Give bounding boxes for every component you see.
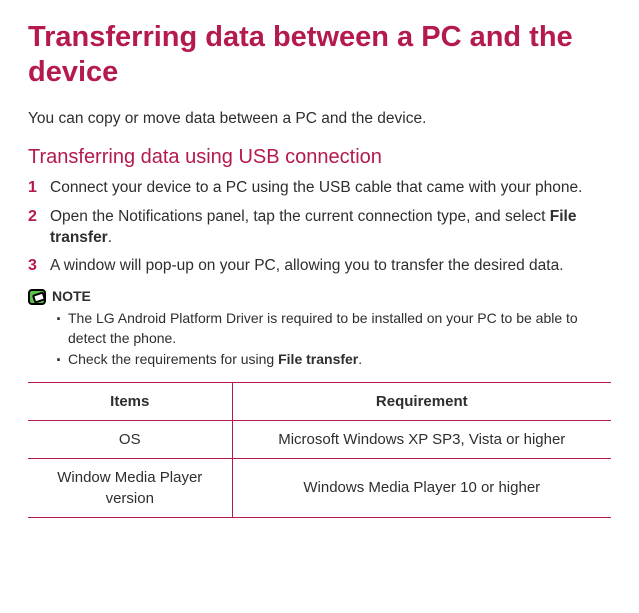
table-row: Window Media Player version Windows Medi…: [28, 458, 611, 517]
table-header-row: Items Requirement: [28, 382, 611, 420]
table-cell-req: Windows Media Player 10 or higher: [232, 458, 611, 517]
table-cell-item: Window Media Player version: [28, 458, 232, 517]
step-text: A window will pop-up on your PC, allowin…: [50, 255, 611, 277]
step-number: 2: [28, 206, 46, 228]
note-label: NOTE: [52, 287, 91, 307]
page-title: Transferring data between a PC and the d…: [28, 20, 611, 90]
step-number: 3: [28, 255, 46, 277]
note-icon: [28, 289, 46, 305]
step-item: 2 Open the Notifications panel, tap the …: [28, 206, 611, 249]
table-cell-req: Microsoft Windows XP SP3, Vista or highe…: [232, 420, 611, 458]
table-row: OS Microsoft Windows XP SP3, Vista or hi…: [28, 420, 611, 458]
note-block: NOTE The LG Android Platform Driver is r…: [28, 287, 611, 369]
step-item: 3 A window will pop-up on your PC, allow…: [28, 255, 611, 277]
step-item: 1 Connect your device to a PC using the …: [28, 177, 611, 199]
note-item: The LG Android Platform Driver is requir…: [56, 309, 611, 348]
note-item: Check the requirements for using File tr…: [56, 350, 611, 370]
step-text: Open the Notifications panel, tap the cu…: [50, 206, 611, 249]
table-cell-item: OS: [28, 420, 232, 458]
subheading: Transferring data using USB connection: [28, 143, 611, 171]
steps-list: 1 Connect your device to a PC using the …: [28, 177, 611, 277]
table-header-requirement: Requirement: [232, 382, 611, 420]
requirements-table: Items Requirement OS Microsoft Windows X…: [28, 382, 611, 518]
note-list: The LG Android Platform Driver is requir…: [28, 309, 611, 370]
step-number: 1: [28, 177, 46, 199]
note-header: NOTE: [28, 287, 611, 307]
table-header-items: Items: [28, 382, 232, 420]
intro-text: You can copy or move data between a PC a…: [28, 108, 611, 130]
step-text: Connect your device to a PC using the US…: [50, 177, 611, 199]
